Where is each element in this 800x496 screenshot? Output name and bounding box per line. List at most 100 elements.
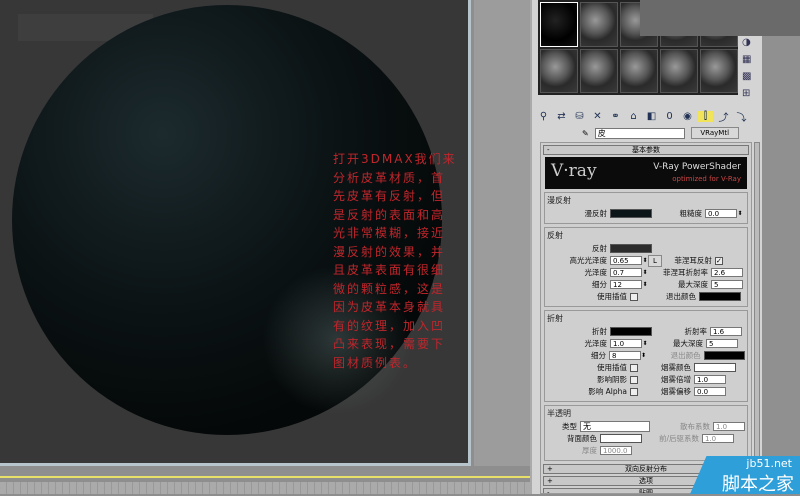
refr-exit-color-swatch[interactable]	[703, 351, 745, 360]
material-slot[interactable]	[660, 48, 698, 93]
overlay-block	[640, 0, 800, 36]
translucency-group: 半透明 类型无 散布系数 1.0 背面颜色 前/后驱系数 1.0 厚度 1000.0	[544, 405, 748, 461]
fresnel-ior-label: 菲涅耳折射率	[663, 268, 708, 277]
refl-gloss-label: 光泽度	[584, 268, 608, 277]
hilight-lock-button[interactable]: L	[648, 254, 662, 267]
group-title: 反射	[547, 231, 563, 240]
parameters-scrollbar[interactable]	[754, 142, 760, 482]
refract-color-swatch[interactable]	[610, 327, 652, 336]
affect-shadows-checkbox[interactable]	[630, 375, 638, 384]
timeline-ruler[interactable]	[0, 482, 530, 494]
affect-alpha-label: 影响 Alpha	[588, 387, 627, 396]
diffuse-group: 漫反射 漫反射 粗糙度 0.0 ⬍	[544, 192, 748, 224]
effect-channel-icon[interactable]: 0	[662, 111, 677, 122]
hilight-gloss-label: 高光光泽度	[569, 256, 608, 265]
refl-exit-color-label: 退出颜色	[666, 292, 696, 301]
refl-interp-label: 使用插值	[597, 292, 627, 301]
parameters-panel: - 基本参数 V·ray V-Ray PowerShader optimized …	[540, 142, 752, 494]
banner-title: V-Ray PowerShader	[653, 162, 741, 172]
refl-max-depth-input[interactable]: 5	[711, 280, 743, 289]
refr-max-depth-label: 最大深度	[673, 339, 703, 348]
material-slot[interactable]	[580, 48, 618, 93]
fog-bias-input[interactable]: 0.0	[694, 387, 726, 396]
refr-gloss-input[interactable]: 1.0	[610, 339, 642, 348]
material-slot[interactable]	[580, 2, 618, 47]
rollout-label: 基本参数	[632, 146, 660, 154]
command-panel	[762, 0, 800, 494]
fresnel-ior-input[interactable]: 2.6	[711, 268, 743, 277]
refl-subdivs-input[interactable]: 12	[610, 280, 642, 289]
refr-interp-label: 使用插值	[597, 363, 627, 372]
fwd-back-input[interactable]: 1.0	[702, 434, 734, 443]
material-slot[interactable]	[540, 48, 578, 93]
assign-material-icon[interactable]: ⛁	[572, 111, 587, 122]
back-color-swatch[interactable]	[600, 434, 642, 443]
go-parent-icon[interactable]: ⤴	[716, 109, 731, 124]
diffuse-color-swatch[interactable]	[610, 209, 652, 218]
make-copy-icon[interactable]: ⚭	[608, 111, 623, 122]
fresnel-label: 菲涅耳反射	[674, 256, 712, 265]
roughness-spinner[interactable]: ⬍	[737, 210, 743, 217]
refl-exit-color-swatch[interactable]	[699, 292, 741, 301]
ior-label: 折射率	[684, 327, 708, 336]
rollout-basic-params[interactable]: - 基本参数	[543, 145, 749, 155]
backlight-icon[interactable]: ◑	[742, 37, 758, 48]
refr-max-depth-input[interactable]: 5	[706, 339, 738, 348]
translucency-type-label: 类型	[562, 422, 577, 431]
roughness-input[interactable]: 0.0	[705, 209, 737, 218]
material-slot[interactable]	[700, 48, 738, 93]
material-type-button[interactable]: VRayMtl	[690, 127, 739, 139]
pick-material-icon[interactable]: ✎	[582, 129, 589, 138]
watermark-logo: jb51.net 脚本之家	[690, 456, 800, 494]
refr-exit-color-label: 退出颜色	[670, 351, 701, 360]
diffuse-label: 漫反射	[584, 209, 608, 218]
viewport-panel	[474, 0, 530, 466]
thickness-label: 厚度	[582, 446, 597, 455]
group-title: 折射	[547, 314, 563, 323]
refr-subdivs-input[interactable]: 8	[609, 351, 641, 360]
refl-gloss-input[interactable]: 0.7	[610, 268, 642, 277]
ior-input[interactable]: 1.6	[710, 327, 742, 336]
put-library-icon[interactable]: ◧	[644, 111, 659, 122]
refr-gloss-label: 光泽度	[584, 339, 608, 348]
affect-shadows-label: 影响阴影	[597, 375, 627, 384]
material-name-row: ✎ 皮 VRayMtl	[582, 127, 739, 139]
scatter-input[interactable]: 1.0	[713, 422, 745, 431]
uv-tiling-icon[interactable]: ▩	[742, 71, 758, 82]
refract-label: 折射	[592, 327, 607, 336]
show-end-result-icon[interactable]: ⫿	[698, 110, 713, 122]
timeline-bar[interactable]	[0, 476, 530, 478]
material-slot[interactable]	[540, 2, 578, 47]
refl-interp-checkbox[interactable]	[630, 292, 638, 301]
go-sibling-icon[interactable]: ⤵	[734, 109, 749, 124]
tutorial-note: 打开3DMAX我们来分析皮革材质，首先皮革有反射，但是反射的表面和高光非常模糊，…	[333, 152, 457, 370]
roughness-label: 粗糙度	[679, 209, 703, 218]
material-name-input[interactable]: 皮	[594, 127, 685, 139]
back-color-label: 背面颜色	[567, 434, 597, 443]
put-to-scene-icon[interactable]: ⇄	[554, 111, 569, 122]
vray-banner: V·ray V-Ray PowerShader optimized for V-…	[545, 157, 747, 189]
fog-mult-label: 烟雾倍增	[661, 375, 691, 384]
affect-alpha-checkbox[interactable]	[630, 387, 638, 396]
thickness-input[interactable]: 1000.0	[600, 446, 632, 455]
video-check-icon[interactable]: ⊞	[742, 88, 758, 99]
reflect-color-swatch[interactable]	[610, 244, 652, 253]
show-map-icon[interactable]: ◉	[680, 111, 695, 122]
refl-max-depth-label: 最大深度	[678, 280, 708, 289]
delete-icon[interactable]: ✕	[590, 111, 605, 122]
fog-color-swatch[interactable]	[694, 363, 736, 372]
material-slot[interactable]	[620, 48, 658, 93]
fresnel-checkbox[interactable]: ✓	[714, 256, 723, 265]
background-icon[interactable]: ▦	[742, 54, 758, 65]
group-title: 半透明	[547, 409, 571, 418]
scatter-label: 散布系数	[680, 422, 710, 431]
hilight-gloss-input[interactable]: 0.65	[610, 256, 642, 265]
refl-subdivs-label: 细分	[592, 280, 607, 289]
get-material-icon[interactable]: ⚲	[536, 111, 551, 122]
watermark-name: 脚本之家	[722, 474, 794, 495]
translucency-type-select[interactable]: 无	[580, 421, 650, 432]
refr-interp-checkbox[interactable]	[630, 363, 638, 372]
fog-mult-input[interactable]: 1.0	[694, 375, 726, 384]
make-unique-icon[interactable]: ⌂	[626, 111, 641, 122]
rollout-label: 贴图	[639, 489, 653, 494]
